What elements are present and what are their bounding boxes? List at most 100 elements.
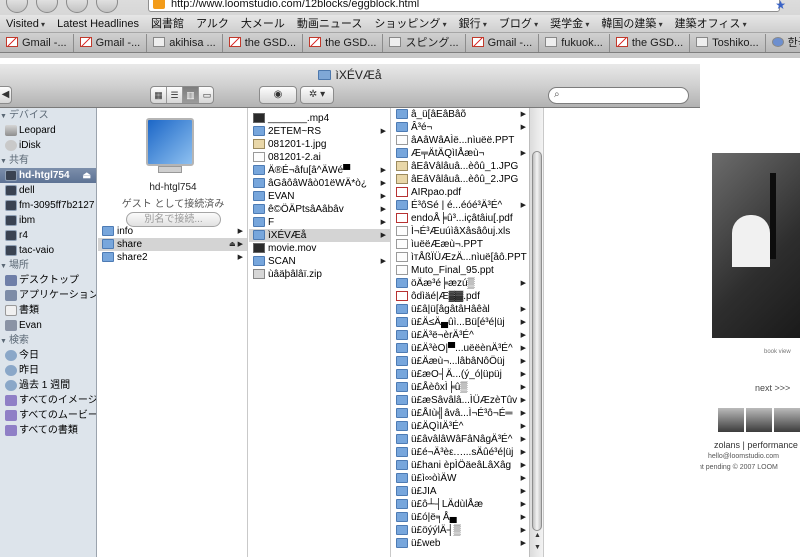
share-list-item[interactable]: share2 ▶: [98, 251, 247, 264]
sidebar-item[interactable]: すべてのムービー: [0, 408, 96, 423]
bookmark-item[interactable]: 大メール: [235, 15, 291, 32]
disclosure-triangle-icon[interactable]: ▼: [0, 263, 7, 270]
browser-tab[interactable]: Gmail -...: [465, 34, 540, 52]
browser-tab[interactable]: the GSD...: [609, 34, 691, 52]
file-list-item[interactable]: ü£ÅèôxÌ╞û▒ ▶: [392, 381, 543, 394]
bookmark-item[interactable]: Visited ▾: [0, 15, 51, 32]
file-list-item[interactable]: EVAN ▶: [249, 190, 390, 203]
file-list-item[interactable]: âGâôâWâò01ëWÄ*ò¿ ▶: [249, 177, 390, 190]
bookmark-item[interactable]: 銀行 ▾: [453, 15, 493, 32]
file-list-item[interactable]: öÄæ³é╞æzú▒ ▶: [392, 277, 543, 290]
sidebar-section-heading[interactable]: ▼ 場所: [0, 258, 96, 273]
disclosure-triangle-icon[interactable]: ▼: [0, 158, 7, 165]
sidebar-section-heading[interactable]: ▼ デバイス: [0, 108, 96, 123]
file-list-item[interactable]: Æ╤ÄtÄQìIÅæù¬ ▶: [392, 147, 543, 160]
scroll-arrows[interactable]: ▲ ▼: [530, 530, 543, 554]
disclosure-triangle-icon[interactable]: ▼: [0, 338, 7, 345]
browser-tab[interactable]: the GSD...: [303, 34, 384, 52]
file-list-item[interactable]: 081201-2.ai: [249, 151, 390, 164]
back-button[interactable]: ◀: [0, 86, 12, 104]
search-input[interactable]: ⌕: [548, 87, 689, 104]
browser-tab[interactable]: Toshiko...: [690, 34, 766, 52]
bookmark-item[interactable]: 建築オフィス ▾: [669, 15, 753, 32]
file-list-item[interactable]: ü£ÄQìIÄ³É^ ▶: [392, 420, 543, 433]
file-list-item[interactable]: ü£öýýlÄ┤▒ ▶: [392, 524, 543, 537]
file-list-item[interactable]: ìuëëÆæù¬.PPT: [392, 238, 543, 251]
file-list-item[interactable]: Ì¬É³Æuúì­âXâsâôuj.xls: [392, 225, 543, 238]
sidebar-item[interactable]: iDisk: [0, 138, 96, 153]
file-list-item[interactable]: _______.mp4: [249, 112, 390, 125]
bookmark-item[interactable]: 奨学金 ▾: [544, 15, 595, 32]
sidebar-item[interactable]: Evan: [0, 318, 96, 333]
browser-tab[interactable]: 한국어: [765, 34, 800, 52]
share-list-item[interactable]: info ▶: [98, 225, 247, 238]
file-list-item[interactable]: ü£é¬Ä³èε.‥...sÄûé³é|üj ▶: [392, 446, 543, 459]
book-view-link[interactable]: book view: [764, 349, 791, 355]
file-list-item[interactable]: âEâVâlâuâ...èôû_2.JPG: [392, 173, 543, 186]
browser-forward-button[interactable]: [36, 0, 58, 13]
file-list-item[interactable]: AIRpao.pdf: [392, 186, 543, 199]
file-list-item[interactable]: ü£JIA ▶: [392, 485, 543, 498]
file-list-item[interactable]: ùâäþâlâï.zip: [249, 268, 390, 281]
disclosure-triangle-icon[interactable]: ▼: [0, 113, 7, 120]
sidebar-item[interactable]: デスクトップ: [0, 273, 96, 288]
file-list-item[interactable]: Ä®É¬âfu[â^ÄWé▀ ▶: [249, 164, 390, 177]
vertical-scrollbar[interactable]: ▲ ▼: [529, 108, 543, 557]
sidebar-section-heading[interactable]: ▼ 共有: [0, 153, 96, 168]
column-view-icon[interactable]: ▥: [183, 87, 199, 103]
sidebar-item[interactable]: fm-3095ff7b2127: [0, 198, 96, 213]
url-field[interactable]: http://www.loomstudio.com/12blocks/eggbl…: [148, 0, 780, 12]
file-list-item[interactable]: ü£hani èpÌÖäeâLâXâg ▶: [392, 459, 543, 472]
file-list-item[interactable]: F ▶: [249, 216, 390, 229]
file-list-item[interactable]: ü£ì∞òìÄW ▶: [392, 472, 543, 485]
coverflow-view-icon[interactable]: ▭: [199, 87, 215, 103]
sidebar-item[interactable]: アプリケーション: [0, 288, 96, 303]
finder-titlebar[interactable]: ìXÉVÆå: [0, 64, 700, 86]
file-list-item[interactable]: 081201-1.jpg: [249, 138, 390, 151]
file-list-item[interactable]: 2ETEM~RS ▶: [249, 125, 390, 138]
browser-tab[interactable]: the GSD...: [222, 34, 304, 52]
scrollbar-thumb[interactable]: [532, 151, 542, 531]
file-list-item[interactable]: â_ü[âEâBâõ ▶: [392, 108, 543, 121]
browser-tab[interactable]: Gmail -...: [0, 34, 74, 52]
list-view-icon[interactable]: ☰: [167, 87, 183, 103]
bookmark-item[interactable]: 動画ニュース: [291, 15, 368, 32]
caption-email[interactable]: hello@loomstudio.com: [690, 451, 800, 462]
eject-icon[interactable]: ⏏: [82, 168, 91, 183]
bookmark-item[interactable]: 韓国の建築 ▾: [595, 15, 668, 32]
share-list-item[interactable]: share ⏏ ▶: [98, 238, 247, 251]
file-list-item[interactable]: ü£â|ü[âgâtâHâêàl ▶: [392, 303, 543, 316]
file-list-item[interactable]: É³ôSé | é...éóé³Ä³É^ ▶: [392, 199, 543, 212]
browser-stop-button[interactable]: [66, 0, 88, 13]
sidebar-item[interactable]: tac-vaio: [0, 243, 96, 258]
browser-tab[interactable]: スピング...: [383, 34, 466, 52]
file-list-item[interactable]: ê©ÖÄPtsâAâbâv ▶: [249, 203, 390, 216]
sidebar-item[interactable]: すべてのイメージ: [0, 393, 96, 408]
file-list-item[interactable]: ü£ÅIù╣âvâ...Ì¬É³ô¬É═ ▶: [392, 407, 543, 420]
next-link[interactable]: next >>>: [755, 383, 790, 393]
bookmark-item[interactable]: アルク: [190, 15, 235, 32]
browser-tab[interactable]: fukuok...: [539, 34, 610, 52]
bookmark-star-icon[interactable]: ★: [775, 0, 786, 12]
file-list-item[interactable]: movie.mov: [249, 242, 390, 255]
file-list-item[interactable]: ü£ó|ë╕Å▄ ▶: [392, 511, 543, 524]
file-list-item[interactable]: SCAN ▶: [249, 255, 390, 268]
file-list-item[interactable]: ìXÉVÆå ▶: [249, 229, 390, 242]
browser-tab[interactable]: akihisa ...: [147, 34, 223, 52]
bookmark-item[interactable]: ブログ ▾: [493, 15, 544, 32]
sidebar-item[interactable]: 書類: [0, 303, 96, 318]
bookmark-item[interactable]: 図書館: [145, 15, 190, 32]
file-list-item[interactable]: ü£âvâlâWâFâNâgÄ³É^ ▶: [392, 433, 543, 446]
file-list-item[interactable]: âEâVâlâuâ...èôû_1.JPG: [392, 160, 543, 173]
sidebar-section-heading[interactable]: ▼ 検索: [0, 333, 96, 348]
sidebar-item[interactable]: 昨日: [0, 363, 96, 378]
file-list-item[interactable]: ü£Äæù¬...lâbâNôÖüj ▶: [392, 355, 543, 368]
quick-look-button[interactable]: ◉: [259, 86, 297, 104]
file-list-item[interactable]: âAâWâAÌë...nìuëë.PPT: [392, 134, 543, 147]
file-list-item[interactable]: Â³é¬ ▶: [392, 121, 543, 134]
file-list-item[interactable]: ü£æSâvâlâ...ÌÜÆzèTûv ▶: [392, 394, 543, 407]
file-list-item[interactable]: ü£Ä≤Ä▄ûì...Bü[é³é|üj ▶: [392, 316, 543, 329]
eject-icon[interactable]: ⏏ ▶: [229, 238, 243, 251]
sidebar-item[interactable]: dell: [0, 183, 96, 198]
file-list-item[interactable]: ü£web ▶: [392, 537, 543, 550]
